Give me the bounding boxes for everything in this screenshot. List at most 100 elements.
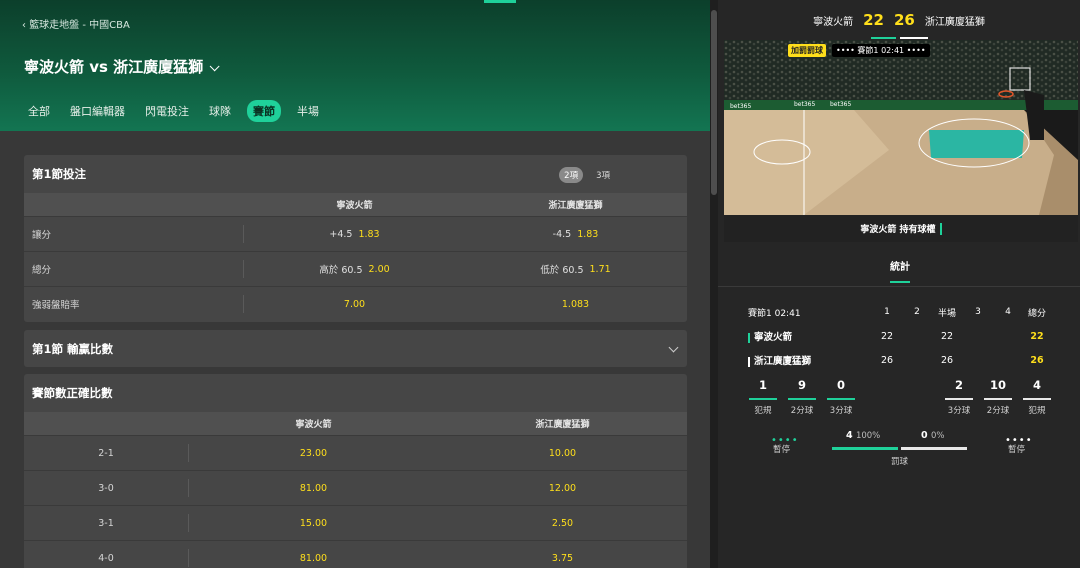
- scrollbar[interactable]: [710, 0, 718, 568]
- key-paint: [929, 130, 1024, 158]
- column-away: 浙江廣廈猛獅: [548, 201, 603, 211]
- line-toggle: 2項 3項: [559, 167, 615, 183]
- team-color-marker: [748, 356, 750, 367]
- score-row: 2-1 23.00 10.00: [24, 435, 687, 470]
- tab-quarters[interactable]: 賽節: [247, 100, 281, 122]
- stat-box-away-3pt: 2 3分球: [944, 378, 974, 416]
- tab-bet-builder[interactable]: 盤口編輯器: [66, 100, 129, 122]
- odds-button[interactable]: 81.00: [189, 541, 438, 568]
- q1-winning-margin-panel[interactable]: 第1節 輸贏比數: [24, 330, 687, 367]
- scoreboard-header: 賽節1 02:41 1 2 半場 3 4 總分: [748, 300, 1054, 324]
- market-tabs: 全部 盤口編輯器 閃電投注 球隊 賽節 半場: [24, 100, 331, 122]
- scrollbar-thumb[interactable]: [711, 10, 717, 195]
- odds-button[interactable]: 7.00: [244, 287, 465, 321]
- market-label: 強弱盤賠率: [24, 295, 244, 313]
- odds-button[interactable]: -4.5 1.83: [465, 217, 686, 251]
- pill-3-way[interactable]: 3項: [591, 167, 615, 183]
- event-header: ‹ 籃球走地盤 - 中國CBA 寧波火箭 vs 浙江廣廈猛獅 全部 盤口編輯器 …: [0, 0, 710, 131]
- stat-box-away-fouls: 4 犯規: [1022, 378, 1052, 416]
- odds-button[interactable]: 10.00: [438, 436, 687, 470]
- divider: [718, 286, 1080, 287]
- away-free-throws-count: 0: [921, 430, 928, 441]
- tab-stats[interactable]: 統計: [890, 258, 910, 273]
- odds-button[interactable]: 2.50: [438, 506, 687, 540]
- odds-button[interactable]: 81.00: [189, 471, 438, 505]
- home-timeouts-label: 暫停: [773, 445, 791, 455]
- home-free-throw-bar: [832, 447, 898, 450]
- tab-teams[interactable]: 球隊: [205, 100, 235, 122]
- market-label: 讓分: [24, 225, 244, 243]
- total-score: 26: [1030, 354, 1044, 366]
- header-accent: [484, 0, 516, 3]
- stat-label: 犯規: [1028, 406, 1046, 416]
- odds-button[interactable]: 23.00: [189, 436, 438, 470]
- period-clock: 賽節1 02:41: [748, 306, 801, 319]
- away-score-underline: [900, 37, 928, 39]
- column-home: 寧波火箭: [336, 201, 373, 211]
- stat-label: 3分球: [829, 406, 853, 416]
- stat-value: 9: [797, 378, 806, 392]
- team-name: 寧波火箭: [748, 329, 792, 343]
- away-timeouts-label: 暫停: [1008, 445, 1026, 455]
- home-team-name: 寧波火箭: [813, 16, 854, 28]
- team-row-away: 浙江廣廈猛獅 26 26 26: [748, 348, 1054, 372]
- ad-board: [724, 100, 1078, 110]
- odds-button[interactable]: 3.75: [438, 541, 687, 568]
- market-row: 讓分 +4.5 1.83 -4.5 1.83: [24, 216, 687, 251]
- col-half: 半場: [937, 308, 956, 319]
- breadcrumb[interactable]: ‹ 籃球走地盤 - 中國CBA: [22, 16, 130, 31]
- tab-all[interactable]: 全部: [24, 100, 54, 122]
- team-name: 浙江廣廈猛獅: [748, 353, 811, 367]
- stat-bar: [984, 398, 1012, 400]
- total-line: 高於 60.5: [319, 265, 363, 276]
- away-free-throw-bar: [901, 447, 967, 450]
- column-away: 浙江廣廈猛獅: [535, 420, 590, 430]
- odds-value: 1.083: [561, 298, 590, 310]
- period-label: 賽節1: [748, 308, 772, 319]
- odds-value: 1.83: [358, 228, 380, 240]
- quarter-correct-score-panel: 賽節數正確比數 寧波火箭 浙江廣廈猛獅 2-1 23.00 10.00 3-0 …: [24, 374, 687, 568]
- ad-board-text: bet365: [830, 101, 851, 108]
- col-q3: 3: [975, 307, 981, 317]
- event-title-text: 寧波火箭 vs 浙江廣廈猛獅: [24, 58, 204, 76]
- panel-title[interactable]: 賽節數正確比數: [24, 374, 687, 412]
- away-team-name: 浙江廣廈猛獅: [924, 16, 985, 28]
- tab-flash-bet[interactable]: 閃電投注: [141, 100, 193, 122]
- tab-half[interactable]: 半場: [293, 100, 323, 122]
- odds-button[interactable]: 1.083: [465, 287, 686, 321]
- odds-button[interactable]: 高於 60.5 2.00: [244, 252, 465, 286]
- scoreboard: 寧波火箭 22 26 浙江廣廈猛獅: [718, 0, 1080, 40]
- team-row-home: 寧波火箭 22 22 22: [748, 324, 1054, 348]
- free-throws-label: 罰球: [891, 457, 909, 467]
- odds-value: 7.00: [343, 298, 366, 310]
- panel-title: 第1節 輸贏比數: [32, 341, 114, 356]
- period-clock: •••• 賽節1 02:41 ••••: [832, 44, 930, 57]
- handicap-line: +4.5: [329, 228, 353, 240]
- odds-value: 1.71: [589, 263, 611, 275]
- total-line: 低於 60.5: [540, 265, 584, 276]
- event-badge: 加罰罰球: [788, 44, 826, 57]
- stat-box-away-2pt: 10 2分球: [983, 378, 1013, 416]
- score-row: 3-1 15.00 2.50: [24, 505, 687, 540]
- ad-board-text: bet365: [730, 103, 751, 110]
- home-score: 22: [863, 11, 884, 29]
- q1-score: 26: [880, 354, 894, 366]
- breadcrumb-label: 籃球走地盤 - 中國CBA: [29, 20, 130, 31]
- stat-value: 10: [989, 378, 1006, 392]
- clock-label: 02:41: [881, 46, 905, 55]
- odds-button[interactable]: 低於 60.5 1.71: [465, 252, 686, 286]
- odds-button[interactable]: 12.00: [438, 471, 687, 505]
- event-title[interactable]: 寧波火箭 vs 浙江廣廈猛獅: [24, 56, 220, 77]
- stat-label: 2分球: [986, 406, 1010, 416]
- odds-button[interactable]: 15.00: [189, 506, 438, 540]
- ad-board-text: bet365: [794, 101, 815, 108]
- stat-bar: [945, 398, 973, 400]
- away-score: 26: [894, 11, 915, 29]
- odds-button[interactable]: +4.5 1.83: [244, 217, 465, 251]
- half-score: 26: [940, 354, 954, 366]
- team-name-text: 浙江廣廈猛獅: [754, 356, 812, 367]
- col-q4: 4: [1005, 307, 1011, 317]
- pill-2-way[interactable]: 2項: [559, 167, 584, 183]
- column-header-blank: [24, 412, 189, 435]
- court-svg: bet365 bet365 bet365: [724, 40, 1078, 215]
